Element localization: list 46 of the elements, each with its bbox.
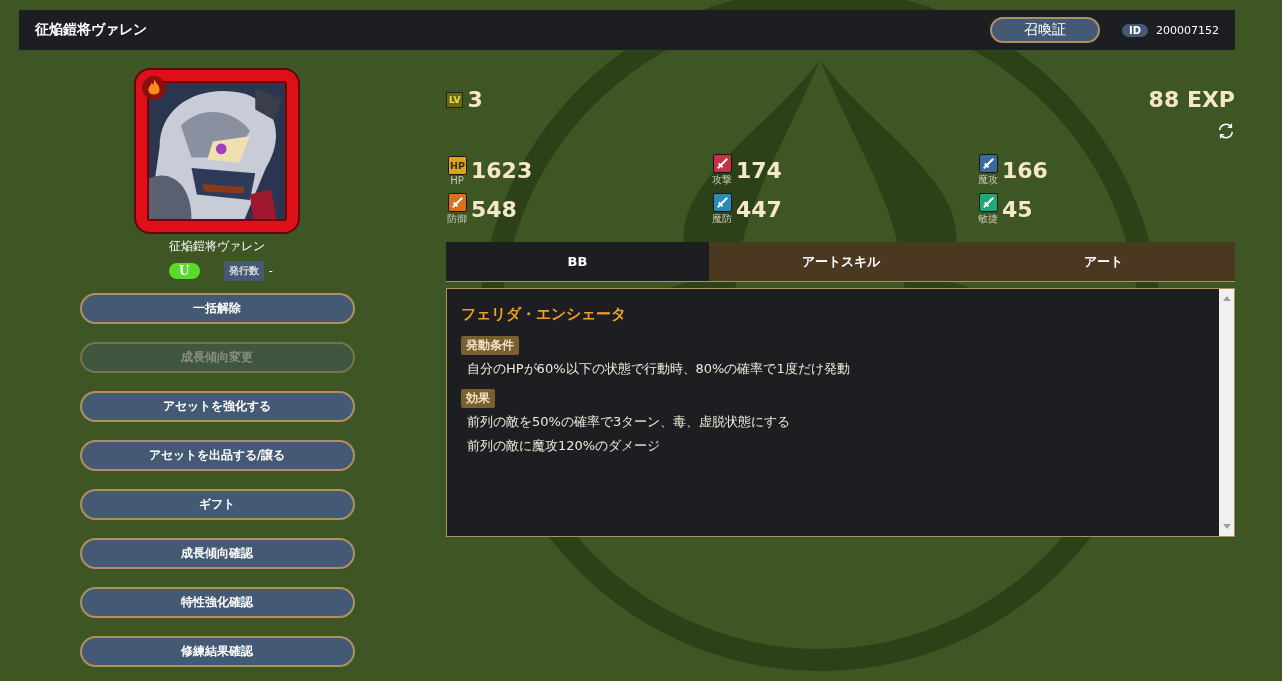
character-name: 征焔鎧将ヴァレン bbox=[169, 238, 265, 255]
summon-button[interactable]: 召喚証 bbox=[989, 17, 1100, 43]
exp-value: 88 EXP bbox=[1148, 87, 1235, 112]
stat-label: 攻撃 bbox=[712, 173, 732, 187]
stat-value: 174 bbox=[736, 158, 782, 183]
action-button[interactable]: 特性強化確認 bbox=[79, 587, 355, 618]
issue-count-value: - bbox=[268, 264, 273, 278]
stat-label: 魔防 bbox=[712, 212, 732, 226]
scrollbar[interactable] bbox=[1219, 289, 1234, 536]
skill-text: 前列の敵を50%の確率で3ターン、毒、虚脱状態にする bbox=[467, 413, 792, 431]
id-value: 200007152 bbox=[1156, 23, 1219, 37]
tab[interactable]: BB bbox=[446, 242, 709, 282]
stat-label: 敏捷 bbox=[978, 212, 998, 226]
action-button[interactable]: 修練結果確認 bbox=[79, 636, 355, 667]
stat-value: 166 bbox=[1002, 158, 1048, 183]
stat-value: 1623 bbox=[471, 158, 533, 183]
section-heading: 効果 bbox=[461, 389, 495, 408]
tab[interactable]: アートスキル bbox=[709, 242, 972, 282]
action-button[interactable]: アセットを出品する/譲る bbox=[79, 440, 355, 471]
action-button[interactable]: ギフト bbox=[79, 489, 355, 520]
stat-value: 45 bbox=[1002, 197, 1033, 222]
action-button[interactable]: アセットを強化する bbox=[79, 391, 355, 422]
level-value: 3 bbox=[467, 87, 483, 112]
stat-label: 防御 bbox=[447, 212, 467, 226]
refresh-icon[interactable] bbox=[1217, 122, 1235, 140]
id-badge: ID bbox=[1121, 23, 1148, 37]
page-title: 征焔鎧将ヴァレン bbox=[35, 21, 147, 39]
rarity-badge: U bbox=[169, 263, 200, 279]
stat-value: 447 bbox=[736, 197, 782, 222]
hp-stat-icon: HP bbox=[447, 155, 467, 175]
stat-label: 魔攻 bbox=[978, 173, 998, 187]
stat-value: 548 bbox=[471, 197, 517, 222]
section-heading: 発動条件 bbox=[461, 336, 519, 355]
action-button[interactable]: 成長傾向確認 bbox=[79, 538, 355, 569]
stat-label: HP bbox=[450, 174, 464, 186]
tab[interactable]: アート bbox=[972, 242, 1235, 282]
skill-text: 前列の敵に魔攻120%のダメージ bbox=[467, 437, 662, 455]
issue-count-label: 発行数 bbox=[223, 261, 264, 281]
scroll-down-icon[interactable] bbox=[1222, 524, 1231, 530]
action-button[interactable]: 一括解除 bbox=[79, 293, 355, 324]
level-badge: LV bbox=[446, 91, 464, 108]
skill-name: フェリダ・エンシェータ bbox=[461, 305, 627, 324]
skill-text: 自分のHPが60%以下の状態で行動時、80%の確率で1度だけ発動 bbox=[467, 360, 851, 378]
scroll-up-icon[interactable] bbox=[1222, 295, 1231, 301]
attack-stat-icon bbox=[712, 154, 732, 173]
fire-icon bbox=[141, 75, 167, 101]
